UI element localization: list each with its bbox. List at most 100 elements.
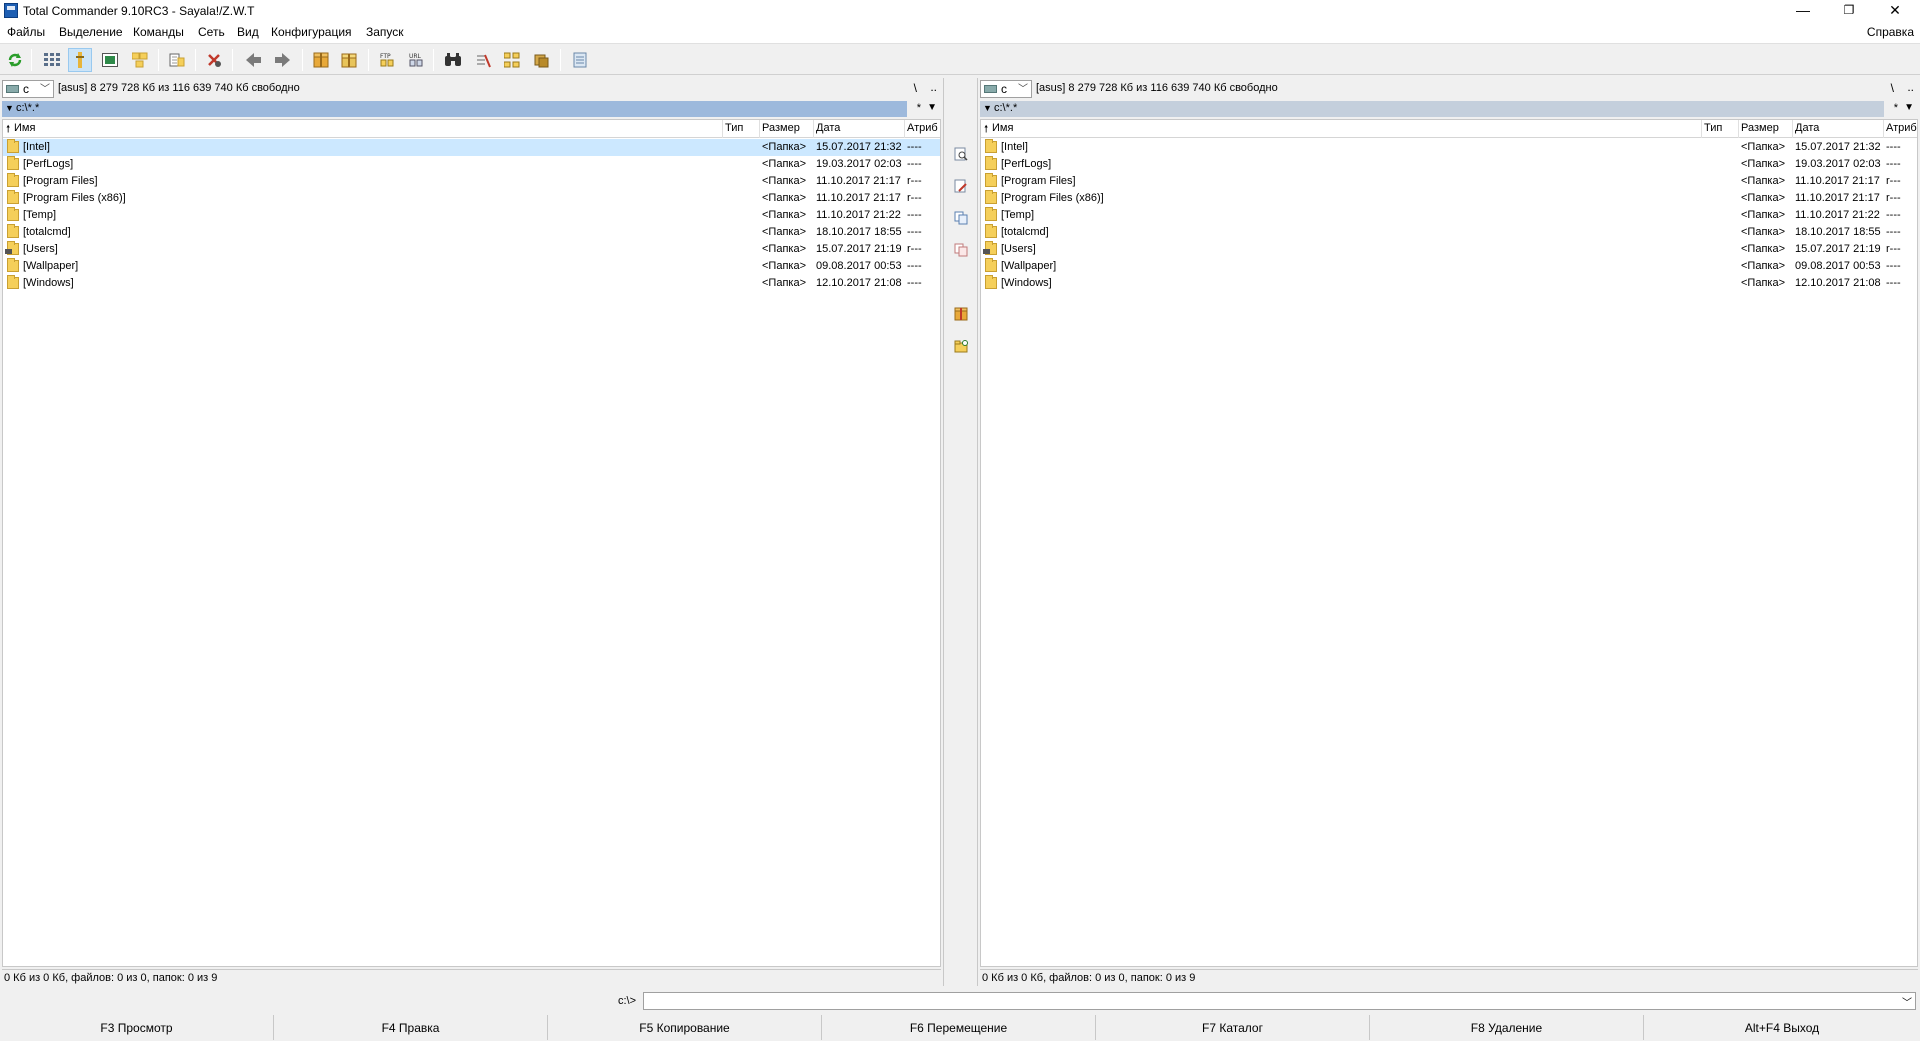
compare-dirs-icon[interactable] [500,48,524,72]
table-row[interactable]: [totalcmd] <Папка> 18.10.2017 18:55 ---- [3,224,940,241]
cell-name: [Wallpaper] [1001,260,1057,272]
hotlist-dropdown-icon[interactable]: ▼ [1904,102,1914,113]
table-row[interactable]: [totalcmd] <Папка> 18.10.2017 18:55 ---- [981,224,1917,241]
history-dropdown-icon[interactable]: ▼ [983,101,992,116]
col-type[interactable]: Тип [725,122,743,134]
cell-attr: ---- [907,277,922,289]
table-row[interactable]: [Users] <Папка> 15.07.2017 21:19 r--- [3,241,940,258]
table-row[interactable]: [Temp] <Папка> 11.10.2017 21:22 ---- [3,207,940,224]
f5-copy-button[interactable]: F5 Копирование [548,1015,822,1040]
drive-selector[interactable]: c ﹀ [980,80,1032,98]
edit-file-icon[interactable] [951,176,971,196]
menu-network[interactable]: Сеть [198,25,225,39]
alt-f4-exit-button[interactable]: Alt+F4 Выход [1644,1015,1920,1040]
up-button[interactable]: .. [1907,80,1914,94]
menu-view[interactable]: Вид [237,25,259,39]
col-name[interactable]: Имя [992,122,1013,134]
hotlist-dropdown-icon[interactable]: ▼ [927,102,937,113]
col-date[interactable]: Дата [816,122,840,134]
table-row[interactable]: [Wallpaper] <Папка> 09.08.2017 00:53 ---- [981,258,1917,275]
favorites-button[interactable]: * [1894,102,1898,114]
notepad-icon[interactable] [568,48,592,72]
close-button[interactable]: ✕ [1872,0,1918,22]
file-list[interactable]: 🠕 Имя Тип Размер Дата Атриб [Intel] <Папк… [980,119,1918,967]
back-icon[interactable] [242,48,266,72]
thumbnails-icon[interactable] [98,48,122,72]
table-row[interactable]: [Program Files] <Папка> 11.10.2017 21:17 r-… [3,173,940,190]
up-button[interactable]: .. [930,80,937,94]
cell-date: 19.03.2017 02:03 [1795,158,1881,170]
menu-selection[interactable]: Выделение [59,25,123,39]
unpack-files-icon[interactable] [337,48,361,72]
f4-edit-button[interactable]: F4 Правка [274,1015,548,1040]
new-folder-icon[interactable] [951,336,971,356]
menu-help[interactable]: Справка [1867,25,1914,39]
minimize-button[interactable]: — [1780,0,1826,22]
table-row[interactable]: [Windows] <Папка> 12.10.2017 21:08 ---- [981,275,1917,292]
command-input[interactable] [643,992,1916,1010]
root-button[interactable]: \ [1891,81,1894,95]
col-size[interactable]: Размер [762,122,800,134]
command-history-dropdown-icon[interactable]: ﹀ [1902,994,1912,1009]
table-row[interactable]: [Program Files (x86)] <Папка> 11.10.2017 2… [981,190,1917,207]
col-name[interactable]: Имя [14,122,35,134]
col-size[interactable]: Размер [1741,122,1779,134]
table-row[interactable]: [Temp] <Папка> 11.10.2017 21:22 ---- [981,207,1917,224]
col-attr[interactable]: Атриб [907,122,938,134]
pack-files-icon[interactable] [951,304,971,324]
tree-icon[interactable] [529,48,553,72]
ftp-connect-icon[interactable]: FTP [375,48,399,72]
refresh-icon[interactable] [3,48,27,72]
history-dropdown-icon[interactable]: ▼ [5,101,14,116]
f6-move-button[interactable]: F6 Перемещение [822,1015,1096,1040]
table-row[interactable]: [Windows] <Папка> 12.10.2017 21:08 ---- [3,275,940,292]
detailed-view-icon[interactable] [68,48,92,72]
f8-delete-button[interactable]: F8 Удаление [1370,1015,1644,1040]
sync-dirs-icon[interactable] [165,48,189,72]
url-connect-icon[interactable]: URL [404,48,428,72]
menu-files[interactable]: Файлы [7,25,45,39]
cell-attr: ---- [907,226,922,238]
table-row[interactable]: [Intel] <Папка> 15.07.2017 21:32 ---- [981,139,1917,156]
col-type[interactable]: Тип [1704,122,1722,134]
menu-configuration[interactable]: Конфигурация [271,25,352,39]
folder-link-icon [5,241,19,255]
cell-attr: ---- [1886,141,1901,153]
col-date[interactable]: Дата [1795,122,1819,134]
cell-attr: ---- [907,141,922,153]
folder-icon [985,207,997,221]
view-file-icon[interactable] [951,144,971,164]
cell-date: 11.10.2017 21:17 [1795,192,1880,204]
search-icon[interactable] [441,48,465,72]
tree-view-icon[interactable] [128,48,152,72]
table-row[interactable]: [Wallpaper] <Папка> 09.08.2017 00:53 ---- [3,258,940,275]
f7-mkdir-button[interactable]: F7 Каталог [1096,1015,1370,1040]
table-row[interactable]: [PerfLogs] <Папка> 19.03.2017 02:03 ---- [3,156,940,173]
forward-icon[interactable] [270,48,294,72]
cell-attr: ---- [907,209,922,221]
menu-commands[interactable]: Команды [133,25,184,39]
favorites-button[interactable]: * [917,102,921,114]
multi-rename-icon[interactable] [471,48,495,72]
path-bar[interactable]: ▼ c:\*.* [2,101,907,117]
copy-files-icon[interactable] [951,208,971,228]
unpack-icon[interactable] [202,48,226,72]
path-bar[interactable]: ▼ c:\*.* [980,101,1884,117]
menu-bar: Файлы Выделение Команды Сеть Вид Конфигу… [0,22,1920,43]
table-row[interactable]: [Intel] <Папка> 15.07.2017 21:32 ---- [3,139,940,156]
move-files-icon[interactable] [951,240,971,260]
pack-icon[interactable] [309,48,333,72]
table-row[interactable]: [PerfLogs] <Папка> 19.03.2017 02:03 ---- [981,156,1917,173]
table-row[interactable]: [Program Files (x86)] <Папка> 11.10.2017 2… [3,190,940,207]
drive-selector[interactable]: c ﹀ [2,80,54,98]
f3-view-button[interactable]: F3 Просмотр [0,1015,274,1040]
brief-view-icon[interactable] [40,48,64,72]
table-row[interactable]: [Users] <Папка> 15.07.2017 21:19 r--- [981,241,1917,258]
cell-date: 11.10.2017 21:22 [816,209,901,221]
file-list[interactable]: 🠕 Имя Тип Размер Дата Атриб [Intel] <Папк… [2,119,941,967]
menu-launch[interactable]: Запуск [366,25,404,39]
root-button[interactable]: \ [914,81,917,95]
col-attr[interactable]: Атриб [1886,122,1917,134]
maximize-button[interactable]: ❐ [1826,0,1872,22]
table-row[interactable]: [Program Files] <Папка> 11.10.2017 21:17 r-… [981,173,1917,190]
